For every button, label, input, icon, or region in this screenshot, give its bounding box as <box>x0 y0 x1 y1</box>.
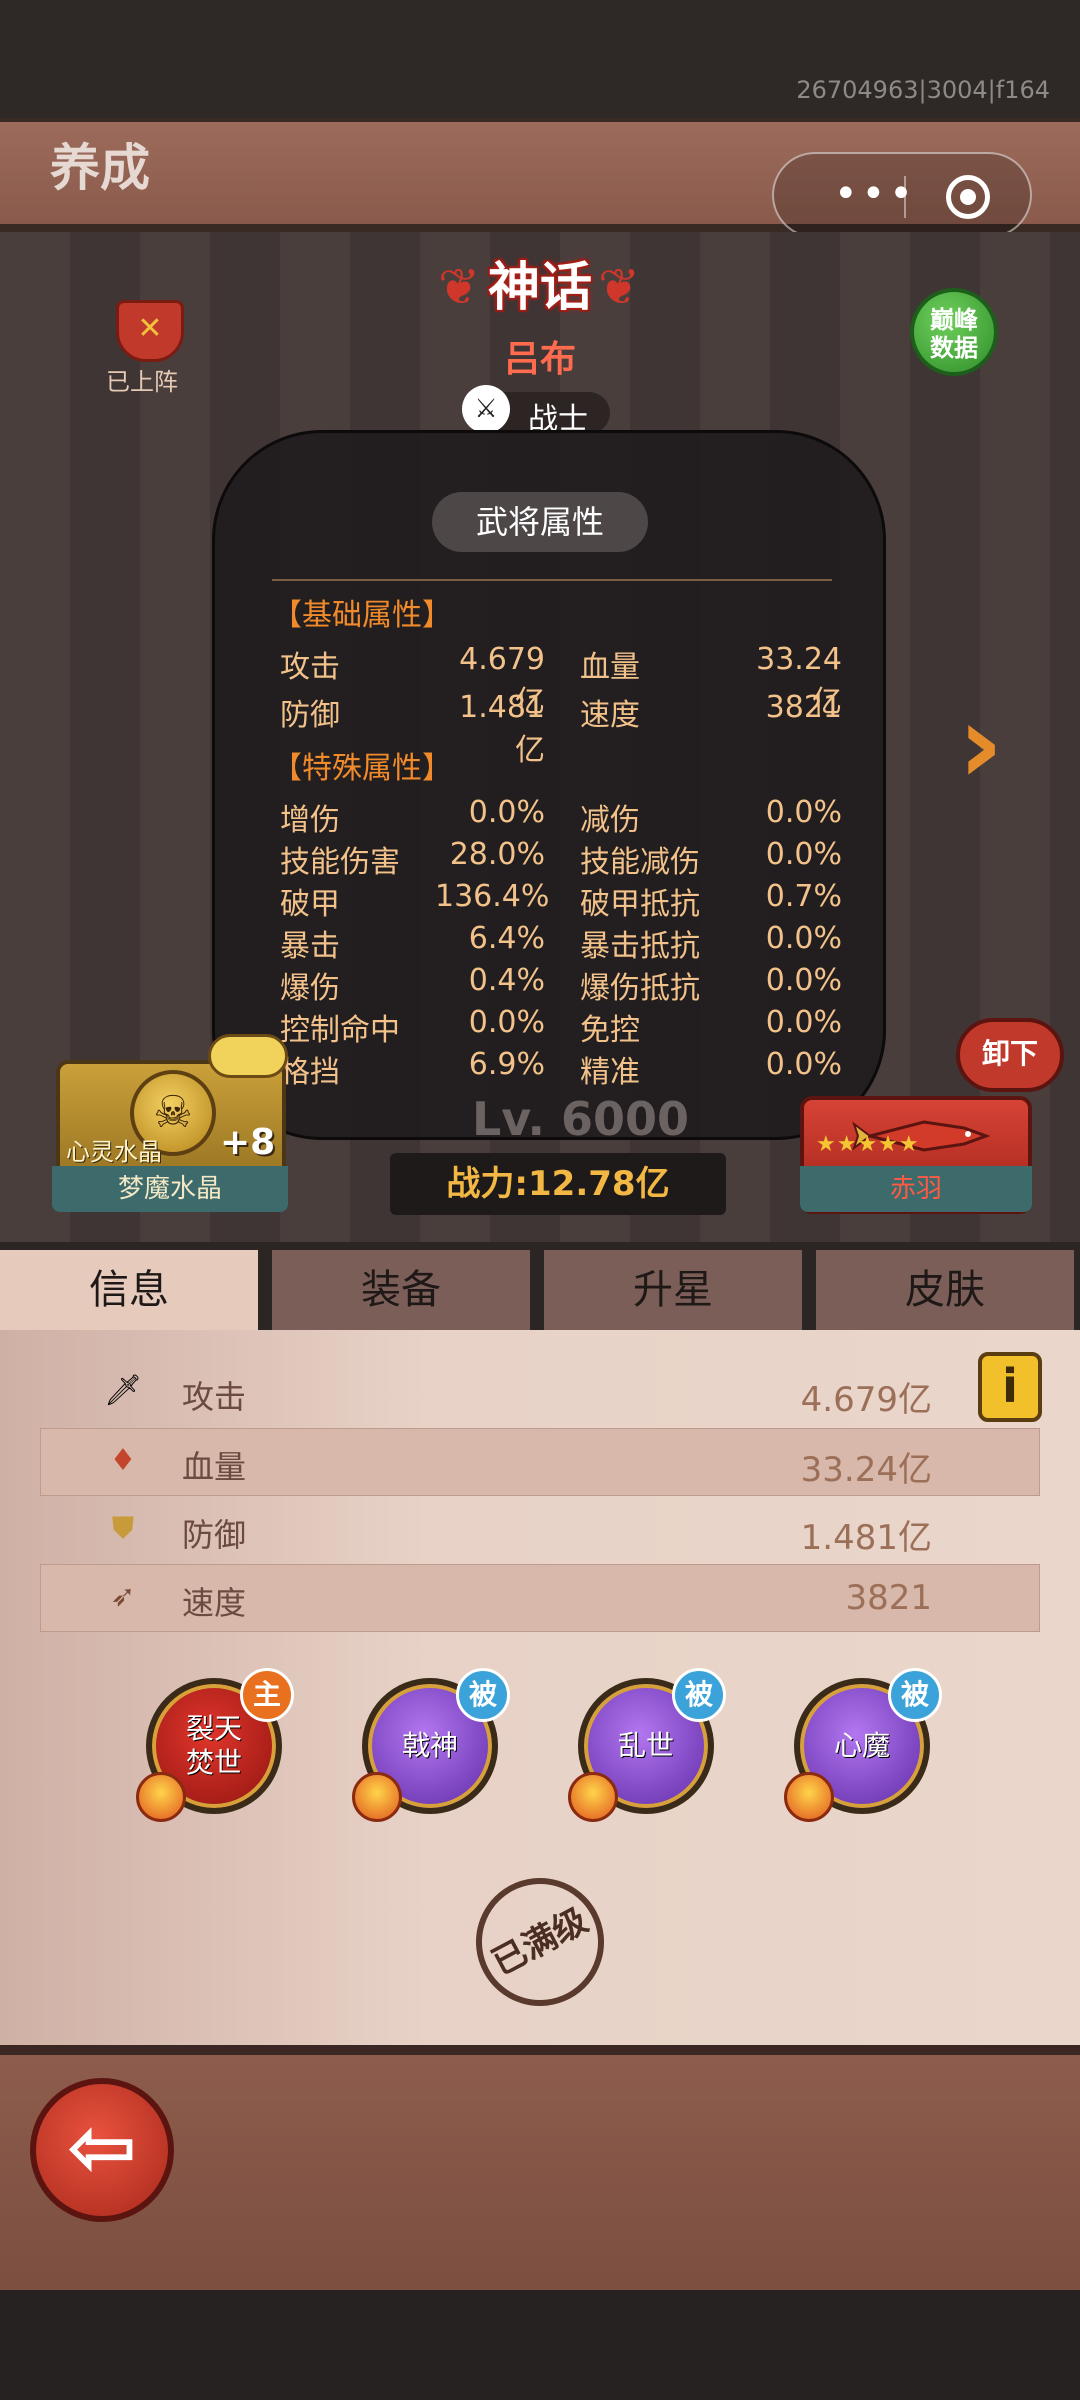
stat-label: 攻击 <box>182 1378 247 1416</box>
flame-icon <box>568 1772 618 1822</box>
attr-value: 28.0% <box>449 837 545 872</box>
skill-badge: 主 <box>240 1668 294 1722</box>
blood-drop-icon: ♦ <box>109 1443 137 1478</box>
skill-name: 戟神 <box>401 1729 458 1762</box>
stat-value: 1.481亿 <box>800 1518 932 1558</box>
attr-value: 3821 <box>765 690 842 725</box>
attr-value: 0.0% <box>765 963 842 998</box>
stat-label: 防御 <box>182 1516 247 1554</box>
boot-icon: ➶ <box>110 1579 136 1614</box>
sword-icon: 🗡 <box>103 1373 143 1408</box>
next-hero-arrow-icon[interactable]: › <box>958 680 1003 808</box>
build-id-text: 26704963|3004|f164 <box>796 76 1050 104</box>
hero-level: Lv. 6000 <box>472 1092 690 1146</box>
laurel-right-icon: ❦ <box>598 258 640 316</box>
basic-attr-title: 【基础属性】 <box>272 598 452 633</box>
skill-badge: 被 <box>672 1668 726 1722</box>
attr-value: 6.4% <box>468 921 545 956</box>
skill-name: 心魔 <box>833 1729 890 1762</box>
attr-value: 0.4% <box>468 963 545 998</box>
crystal-plus-level: +8 <box>220 1122 276 1163</box>
attr-label: 防御 <box>280 698 340 733</box>
peak-data-button[interactable]: 巅峰数据 <box>910 288 998 376</box>
skill-name: 乱世 <box>617 1729 674 1762</box>
attr-label: 精准 <box>580 1055 640 1090</box>
peak-data-label: 巅峰数据 <box>930 306 978 362</box>
attr-label: 暴击 <box>280 929 340 964</box>
flame-icon <box>784 1772 834 1822</box>
on-team-label: 已上阵 <box>106 368 178 396</box>
capsule-divider <box>904 176 906 218</box>
hero-name: 吕布 <box>503 339 576 380</box>
attr-value: 0.0% <box>765 1005 842 1040</box>
stat-label: 速度 <box>182 1584 247 1622</box>
attr-value: 6.9% <box>468 1047 545 1082</box>
unequip-button[interactable]: 卸下 <box>956 1018 1064 1092</box>
attr-label: 减伤 <box>580 803 640 838</box>
weapon-stars: ★★★★★ <box>816 1132 920 1157</box>
attr-value: 0.0% <box>765 921 842 956</box>
weapon-name: 赤羽 <box>800 1166 1032 1212</box>
attr-label: 速度 <box>580 698 640 733</box>
stat-value: 4.679亿 <box>800 1380 932 1420</box>
attr-value: 0.7% <box>765 879 842 914</box>
attr-label: 破甲抵抗 <box>580 887 700 922</box>
crystal-inner-label: 心灵水晶 <box>66 1138 162 1166</box>
tab-skin[interactable]: 皮肤 <box>816 1250 1074 1330</box>
crystal-speech-bubble <box>208 1034 288 1078</box>
close-target-icon[interactable] <box>946 175 990 219</box>
attr-label: 技能伤害 <box>280 845 400 880</box>
flame-icon <box>352 1772 402 1822</box>
flame-icon <box>136 1772 186 1822</box>
panel-divider <box>272 579 832 581</box>
attr-label: 免控 <box>580 1013 640 1048</box>
attr-value: 0.0% <box>765 795 842 830</box>
stat-value: 33.24亿 <box>800 1450 932 1490</box>
attr-label: 控制命中 <box>280 1013 400 1048</box>
stat-label: 血量 <box>182 1448 247 1486</box>
on-team-flag-icon: ✕ <box>116 300 184 362</box>
skill-name: 裂天焚世 <box>185 1712 242 1779</box>
special-attr-title: 【特殊属性】 <box>272 751 452 786</box>
attr-label: 爆伤 <box>280 971 340 1006</box>
miniprogram-capsule: ••• <box>772 152 1032 238</box>
back-arrow-icon[interactable]: ⇦ <box>30 2078 174 2222</box>
warrior-class-icon: ⚔ <box>462 385 510 433</box>
tab-equipment[interactable]: 装备 <box>272 1250 530 1330</box>
attr-label: 爆伤抵抗 <box>580 971 700 1006</box>
combat-power: 战力:12.78亿 <box>390 1153 726 1215</box>
attr-value: 0.0% <box>765 837 842 872</box>
skill-badge: 被 <box>456 1668 510 1722</box>
attr-label: 血量 <box>580 650 640 685</box>
tab-star-up[interactable]: 升星 <box>544 1250 802 1330</box>
page-title: 养成 <box>50 139 150 197</box>
skill-badge: 被 <box>888 1668 942 1722</box>
attr-label: 格挡 <box>280 1055 340 1090</box>
crystal-name: 梦魔水晶 <box>52 1166 288 1212</box>
attr-label: 破甲 <box>280 887 340 922</box>
tab-info[interactable]: 信息 <box>0 1250 258 1330</box>
attributes-title: 武将属性 <box>432 492 648 552</box>
attr-value: 0.0% <box>468 795 545 830</box>
stat-value: 3821 <box>845 1578 932 1618</box>
attr-label: 增伤 <box>280 803 340 838</box>
attr-value: 136.4% <box>435 879 550 914</box>
bottom-strip <box>0 2290 1080 2400</box>
shield-icon: ⛊ <box>111 1511 135 1546</box>
attr-value: 0.0% <box>765 1047 842 1082</box>
attr-label: 攻击 <box>280 650 340 685</box>
attr-value: 0.0% <box>468 1005 545 1040</box>
attr-label: 暴击抵抗 <box>580 929 700 964</box>
attr-label: 技能减伤 <box>580 845 700 880</box>
